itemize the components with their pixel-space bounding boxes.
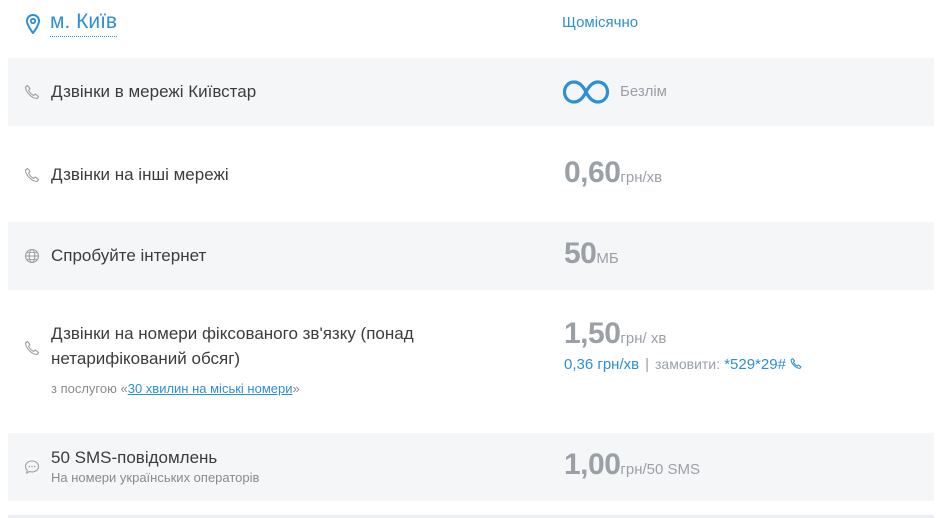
tariff-row-kyivstar-calls: Дзвінки в мережі Київстар Безлім	[8, 58, 934, 126]
price-value: 0,60грн/хв	[564, 156, 663, 189]
data-value: 50МБ	[564, 237, 619, 270]
row-title: 50 SMS-повідомлень	[51, 448, 218, 467]
alt-price: 0,36 грн/хв	[564, 356, 640, 373]
alt-price-line: 0,36 грн/хв | замовити: *529*29#	[564, 356, 802, 373]
location-selector[interactable]: м. Київ	[26, 10, 118, 37]
tariff-row-sms: 50 SMS-повідомлень На номери українських…	[8, 433, 934, 501]
tariff-row-internet: Спробуйте інтернет 50МБ	[8, 222, 934, 290]
service-note: з послугою «30 хвилин на міські номери»	[51, 381, 300, 396]
tariff-row-other-networks: Дзвінки на інші мережі 0,60грн/хв	[8, 126, 934, 222]
period-label[interactable]: Щомісячно	[562, 14, 638, 31]
unlimited-label: Безлім	[620, 83, 667, 100]
row-title: Дзвінки на інші мережі	[51, 165, 229, 184]
price-value: 1,50грн/ хв	[564, 317, 667, 350]
infinity-icon	[562, 80, 610, 104]
globe-icon	[24, 248, 40, 264]
row-title: Спробуйте інтернет	[51, 246, 207, 265]
row-title: Дзвінки в мережі Київстар	[51, 82, 257, 101]
chat-bubble-icon	[24, 460, 40, 475]
phone-icon	[24, 340, 40, 356]
service-link[interactable]: 30 хвилин на міські номери	[128, 381, 293, 396]
phone-icon	[24, 167, 40, 183]
tariff-row-fixed-line: Дзвінки на номери фіксованого зв'язку (п…	[8, 290, 934, 433]
location-pin-icon	[26, 13, 40, 34]
city-link[interactable]: м. Київ	[50, 10, 118, 37]
row-subtitle: На номери українських операторів	[51, 470, 260, 485]
order-label: замовити:	[655, 356, 721, 372]
row-title-line2: нетарифікований обсяг)	[51, 349, 241, 368]
price-value: 1,00грн/50 SMS	[564, 448, 701, 481]
phone-icon	[24, 84, 40, 100]
order-code[interactable]: *529*29#	[724, 356, 786, 373]
row-title-line1: Дзвінки на номери фіксованого зв'язку (п…	[51, 324, 414, 343]
header: м. Київ Щомісячно	[0, 0, 942, 58]
phone-dial-icon[interactable]	[790, 357, 802, 370]
